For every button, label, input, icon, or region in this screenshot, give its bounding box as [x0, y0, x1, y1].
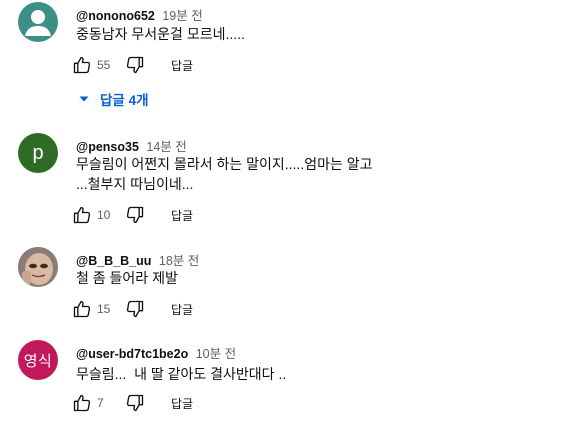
comment-header: @B_B_B_uu 18분 전	[76, 250, 199, 269]
like-count: 55	[97, 58, 111, 72]
comment-text: 중동남자 무서운걸 모르네.....	[76, 24, 245, 44]
like-button[interactable]	[70, 391, 94, 415]
comment-text-line: 무슬림이 어쩐지 몰라서 하는 말이지.....엄마는 알고	[76, 156, 373, 172]
avatar-letter: p	[32, 141, 44, 164]
comment-actions: 15 답글	[70, 297, 193, 321]
default-avatar-icon	[25, 10, 51, 36]
comment-header: @nonono652 19분 전	[76, 5, 203, 24]
comment-time[interactable]: 19분 전	[162, 9, 202, 23]
avatar[interactable]: 영식	[18, 340, 58, 380]
comment-text-line: 철 좀 들어라 제발	[76, 270, 178, 286]
view-replies-button[interactable]: 답글 4개	[78, 89, 149, 109]
thumbs-up-icon	[73, 300, 91, 318]
reply-button[interactable]: 답글	[171, 207, 193, 224]
comment-text: 무슬림이 어쩐지 몰라서 하는 말이지.....엄마는 알고 ...철부지 따님…	[76, 154, 373, 194]
avatar[interactable]	[18, 247, 58, 287]
avatar[interactable]: p	[18, 133, 58, 173]
avatar-text: 영식	[23, 352, 53, 370]
comment-author[interactable]: @penso35	[76, 140, 139, 154]
like-button[interactable]	[70, 297, 94, 321]
dislike-button[interactable]	[123, 297, 147, 321]
thumbs-down-icon	[126, 394, 144, 412]
thumbs-down-icon	[126, 206, 144, 224]
comment-actions: 7 답글	[70, 391, 193, 415]
profile-photo-icon	[18, 247, 58, 287]
thumbs-down-icon	[126, 56, 144, 74]
reply-button[interactable]: 답글	[171, 395, 193, 412]
comment-time[interactable]: 18분 전	[159, 254, 199, 268]
like-button[interactable]	[70, 203, 94, 227]
comment-text: 무슬림... 내 딸 같아도 결사반대다 ..	[76, 364, 286, 384]
reply-button[interactable]: 답글	[171, 57, 193, 74]
reply-button[interactable]: 답글	[171, 301, 193, 318]
comment-text: 철 좀 들어라 제발	[76, 268, 178, 288]
avatar[interactable]	[18, 2, 58, 42]
like-count: 10	[97, 208, 111, 222]
dislike-button[interactable]	[123, 391, 147, 415]
dislike-button[interactable]	[123, 203, 147, 227]
thumbs-up-icon	[73, 206, 91, 224]
comment-header: @user-bd7tc1be2o 10분 전	[76, 343, 236, 362]
comment-text-line: 무슬림... 내 딸 같아도 결사반대다 ..	[76, 366, 287, 382]
comment-author[interactable]: @nonono652	[76, 9, 155, 23]
thumbs-up-icon	[73, 394, 91, 412]
thumbs-up-icon	[73, 56, 91, 74]
dislike-button[interactable]	[123, 53, 147, 77]
comment-text-line: ...철부지 따님이네...	[76, 176, 194, 192]
comment-time[interactable]: 14분 전	[146, 140, 186, 154]
comment-header: @penso35 14분 전	[76, 136, 187, 155]
like-count: 15	[97, 302, 111, 316]
comment-actions: 10 답글	[70, 203, 193, 227]
thumbs-down-icon	[126, 300, 144, 318]
comment-text-line: 중동남자 무서운걸 모르네.....	[76, 26, 245, 42]
comment-actions: 55 답글	[70, 53, 193, 77]
like-count: 7	[97, 396, 104, 410]
view-replies-label: 답글 4개	[100, 93, 149, 108]
comments-section: @nonono652 19분 전 중동남자 무서운걸 모르네..... 55 답…	[0, 0, 583, 425]
caret-down-icon	[78, 93, 90, 105]
comment-author[interactable]: @B_B_B_uu	[76, 254, 151, 268]
comment-time[interactable]: 10분 전	[196, 347, 236, 361]
comment-author[interactable]: @user-bd7tc1be2o	[76, 347, 188, 361]
like-button[interactable]	[70, 53, 94, 77]
